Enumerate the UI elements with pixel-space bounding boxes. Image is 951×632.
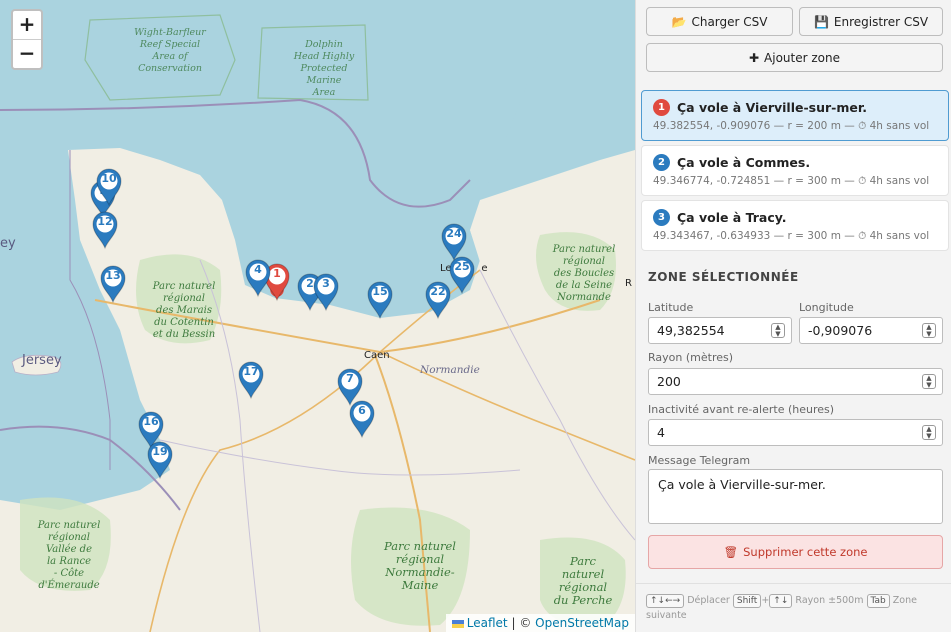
marker-number: 24 (446, 227, 462, 240)
label-park-cotentin: Parc naturel régional des Marais du Cotenti… (152, 281, 216, 340)
marker-number: 17 (243, 365, 259, 378)
longitude-label: Longitude (799, 301, 854, 314)
map-marker-3[interactable]: 3 (311, 272, 341, 312)
radius-label: Rayon (mètres) (648, 351, 734, 364)
label-jersey: Jersey (22, 353, 62, 368)
zoom-in-button[interactable]: + (13, 11, 41, 40)
label-park-perche: Parc naturel régional du Perche (553, 554, 613, 607)
ukraine-flag-icon (451, 619, 464, 628)
zone-title: Ça vole à Tracy. (677, 210, 787, 225)
map-marker-13[interactable]: 13 (98, 264, 128, 304)
delete-zone-label: Supprimer cette zone (743, 545, 868, 559)
keyboard-hints: ↑↓←→ Déplacer Shift + ↑↓ Rayon ±500m Tab Z… (636, 583, 951, 632)
map-marker-25[interactable]: 25 (447, 255, 477, 295)
marker-number: 10 (101, 172, 117, 185)
zone-meta: 49.382554, -0.909076 — r = 200 m — ⏱ 4h … (653, 120, 930, 132)
latitude-stepper-icon[interactable]: ▲ ▼ (771, 323, 785, 338)
label-park-seine: Parc naturel régional des Boucles de la Sei… (552, 244, 616, 303)
map-marker-17[interactable]: 17 (236, 360, 266, 400)
load-csv-label: Charger CSV (691, 14, 768, 29)
marker-number: 4 (254, 263, 262, 276)
marker-number: 7 (346, 372, 354, 385)
marker-number: 12 (97, 215, 113, 228)
marker-number: 25 (454, 260, 470, 273)
save-csv-button[interactable]: 💾 Enregistrer CSV (799, 7, 943, 36)
message-label: Message Telegram (648, 454, 751, 467)
map-marker-4[interactable]: 4 (243, 258, 273, 298)
zone-title: Ça vole à Vierville-sur-mer. (677, 100, 867, 115)
label-ey: ey (0, 236, 16, 251)
osm-link[interactable]: OpenStreetMap (535, 616, 629, 630)
inactivity-label: Inactivité avant re-alerte (heures) (648, 403, 835, 416)
inactivity-value: 4 (657, 425, 665, 440)
longitude-input[interactable]: -0,909076 ▲ ▼ (799, 317, 943, 344)
section-title: ZONE SÉLECTIONNÉE (648, 270, 799, 284)
side-panel: 📂 Charger CSV 💾 Enregistrer CSV ✚ Ajoute… (635, 0, 951, 632)
label-wight-barfleur: Wight-Barfleur Reef Special Area of Conserv… (134, 27, 206, 74)
message-textarea[interactable]: Ça vole à Vierville-sur-mer. (648, 469, 943, 524)
delete-zone-button[interactable]: 🗑 Supprimer cette zone (648, 535, 943, 569)
marker-number: 13 (105, 269, 121, 282)
zoom-control: + − (11, 9, 43, 70)
tab-key-badge: Tab (866, 594, 890, 608)
marker-number: 15 (372, 285, 388, 298)
marker-number: 3 (322, 277, 330, 290)
map-marker-7[interactable]: 7 (335, 367, 365, 407)
floppy-icon: 💾 (813, 14, 829, 29)
move-hint: Déplacer (687, 595, 730, 606)
zoom-out-button[interactable]: − (13, 40, 41, 69)
zone-title: Ça vole à Commes. (677, 155, 811, 170)
save-csv-label: Enregistrer CSV (833, 14, 929, 29)
inactivity-stepper-icon[interactable]: ▲ ▼ (922, 425, 936, 440)
map-attribution: Leaflet | © OpenStreetMap (445, 614, 635, 632)
label-normandie: Normandie (420, 364, 480, 376)
add-zone-button[interactable]: ✚ Ajouter zone (646, 43, 943, 72)
folder-icon: 📂 (671, 14, 687, 29)
marker-number: 19 (152, 445, 168, 458)
arrow-keys-badge: ↑↓←→ (646, 594, 685, 608)
zone-index-badge: 2 (653, 154, 670, 171)
map-marker-12[interactable]: 12 (90, 210, 120, 250)
zone-list: 1 Ça vole à Vierville-sur-mer. 49.382554… (641, 90, 949, 255)
zone-item[interactable]: 1 Ça vole à Vierville-sur-mer. 49.382554… (641, 90, 949, 141)
message-value: Ça vole à Vierville-sur-mer. (658, 477, 826, 492)
zone-index-badge: 3 (653, 209, 670, 226)
attribution-separator: | (511, 616, 516, 630)
plus-icon: ✚ (748, 50, 760, 65)
radius-hint: Rayon ±500m (795, 595, 864, 606)
label-dolphin-head: Dolphin Head Highly Protected Marine Area (293, 39, 355, 98)
label-r-edge: R (625, 278, 632, 289)
longitude-value: -0,909076 (808, 323, 873, 338)
zone-meta: 49.343467, -0.634933 — r = 300 m — ⏱ 4h … (653, 230, 930, 242)
latitude-input[interactable]: 49,382554 ▲ ▼ (648, 317, 792, 344)
radius-value: 200 (657, 374, 681, 389)
map-marker-15[interactable]: 15 (365, 280, 395, 320)
zone-index-badge: 1 (653, 99, 670, 116)
label-park-maine: Parc naturel régional Normandie- Maine (384, 539, 456, 592)
latitude-value: 49,382554 (657, 323, 725, 338)
leaflet-link[interactable]: Leaflet (467, 616, 508, 630)
inactivity-input[interactable]: 4 ▲ ▼ (648, 419, 943, 446)
copyright-symbol: © (519, 616, 532, 630)
latitude-label: Latitude (648, 301, 694, 314)
load-csv-button[interactable]: 📂 Charger CSV (646, 7, 793, 36)
label-park-rance: Parc naturel régional Vallée de la Rance - C… (37, 520, 101, 591)
shift-key-badge: Shift (732, 594, 762, 608)
map-marker-10[interactable]: 10 (94, 167, 124, 207)
longitude-stepper-icon[interactable]: ▲ ▼ (922, 323, 936, 338)
radius-stepper-icon[interactable]: ▲ ▼ (922, 374, 936, 389)
zone-meta: 49.346774, -0.724851 — r = 300 m — ⏱ 4h … (653, 175, 930, 187)
map-view[interactable]: Wight-Barfleur Reef Special Area of Conserv… (0, 0, 635, 632)
zone-item[interactable]: 3 Ça vole à Tracy. 49.343467, -0.634933 … (641, 200, 949, 251)
label-caen: Caen (364, 350, 390, 361)
add-zone-label: Ajouter zone (764, 50, 841, 65)
radius-input[interactable]: 200 ▲ ▼ (648, 368, 943, 395)
trash-icon: 🗑 (723, 545, 739, 559)
updown-keys-badge: ↑↓ (769, 594, 793, 608)
map-marker-19[interactable]: 19 (145, 440, 175, 480)
marker-number: 16 (143, 415, 159, 428)
zone-item[interactable]: 2 Ça vole à Commes. 49.346774, -0.724851… (641, 145, 949, 196)
plus-sign: + (761, 595, 770, 606)
